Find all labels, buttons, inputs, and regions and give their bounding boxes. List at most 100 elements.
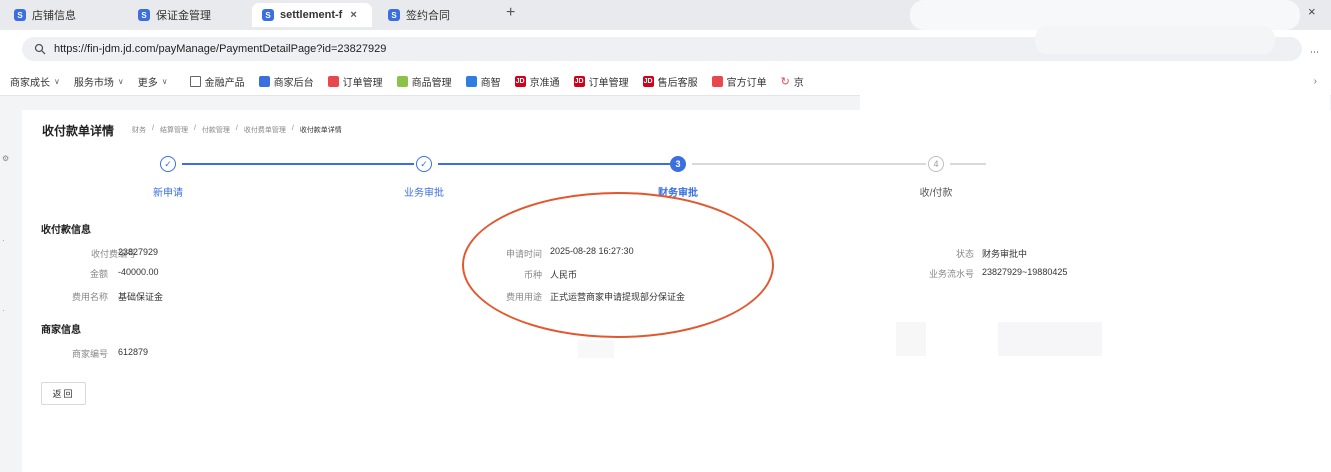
breadcrumb-item[interactable]: 付款管理 [202,125,230,135]
bookmark-business-intel[interactable]: 商智 [465,74,501,89]
tab-store-info[interactable]: S 店铺信息 [4,3,86,27]
tab-settlement[interactable]: S settlement-f × [252,3,372,27]
window-close-button[interactable]: × [1308,4,1316,19]
status-value: 财务审批中 [982,249,1028,259]
bookmark-label: 商家成长 [10,78,50,89]
back-button[interactable]: 返回 [41,382,86,405]
dot-icon: · [2,236,5,245]
bookmark-merchant-backend[interactable]: 商家后台 [258,74,314,89]
bookmark-label: 服务市场 [73,78,114,89]
business-serial-value: 23827929~19880425 [982,267,1068,277]
step-connector [950,163,986,165]
breadcrumb-item[interactable]: 财务 [132,125,146,135]
bookmark-after-sales[interactable]: JD 售后客服 [642,74,698,89]
favicon-icon: S [262,9,274,21]
step-label: 业务审批 [404,188,444,199]
field-label: 状态 [955,249,974,259]
bookmark-label: 京准通 [529,78,560,89]
step-1-check-icon: ✓ [160,156,176,172]
favicon-icon: S [138,9,150,21]
search-icon [34,43,46,55]
tab-label: settlement-f [280,9,343,21]
bookmark-more[interactable]: 更多 ∨ [138,74,168,89]
square-icon [465,76,477,87]
annotation-ellipse [462,192,774,338]
folder-icon [189,76,201,87]
bookmark-jzt[interactable]: JD 京准通 [514,74,560,89]
bookmark-label: 京 [793,78,804,89]
breadcrumb-separator: / [193,125,196,132]
square-icon [327,76,339,87]
field-label: 金额 [89,269,108,279]
user-menu[interactable]: ⋯ [1310,47,1319,58]
bookmark-label: 官方订单 [726,78,767,89]
bookmark-merchant-growth[interactable]: 商家成长 ∨ [10,74,60,89]
fee-name-value: 基础保证金 [118,292,164,302]
payment-info-title: 收付款信息 [41,225,91,236]
merchant-number-value: 612879 [118,347,149,357]
tab-label: 签约合同 [406,10,450,22]
chevron-down-icon: ∨ [117,77,124,86]
redaction-block [896,322,926,356]
bookmark-label: 商家后台 [273,78,314,89]
step-3-current: 3 [670,156,686,172]
bookmark-label: 订单管理 [588,78,629,89]
redaction-block [578,340,614,358]
url-text: https://fin-jdm.jd.com/payManage/Payment… [54,43,387,55]
payment-number-value: 23827929 [118,247,159,257]
bookmark-label: 商智 [480,78,501,89]
step-label: 收/付款 [919,188,953,199]
breadcrumb-separator: / [291,125,294,132]
jd-icon: JD [514,76,526,87]
favicon-icon: S [388,9,400,21]
step-label: 新申请 [153,188,183,199]
step-connector [692,163,926,165]
breadcrumb: 财务 / 结算管理 / 付款管理 / 收付费单管理 / 收付款单详情 [132,125,348,135]
close-icon[interactable]: × [350,9,356,21]
breadcrumb-current: 收付款单详情 [299,127,342,134]
redaction-block [998,322,1102,356]
bookmark-service-market[interactable]: 服务市场 ∨ [74,74,124,89]
bookmark-label: 订单管理 [342,78,383,89]
square-icon [396,76,408,87]
step-connector [182,163,414,165]
bookmark-jd-order-management[interactable]: JD 订单管理 [573,74,629,89]
redaction-scribble [1035,26,1275,54]
gear-icon[interactable]: ⚙ [2,154,9,163]
chevron-down-icon: ∨ [54,77,60,86]
bookmark-label: 金融产品 [204,78,245,89]
tab-contract[interactable]: S 签约合同 [378,3,460,27]
field-label: 业务流水号 [928,269,974,279]
tab-label: 保证金管理 [156,10,211,22]
square-icon [711,76,723,87]
dot-icon: · [2,306,5,315]
tab-deposit-management[interactable]: S 保证金管理 [128,3,221,27]
tab-label: 店铺信息 [32,10,76,22]
refresh-icon: ↻ [780,76,790,88]
chevron-right-icon[interactable]: › [1314,76,1317,87]
breadcrumb-separator: / [235,125,238,132]
step-connector [438,163,670,165]
new-tab-button[interactable]: + [506,4,515,22]
favicon-icon: S [14,9,26,21]
bookmark-order-management[interactable]: 订单管理 [327,74,383,89]
jd-icon: JD [642,76,654,87]
jd-icon: JD [573,76,585,87]
redaction-scribble [858,66,998,94]
field-label: 费用名称 [71,292,108,302]
breadcrumb-separator: / [152,125,154,132]
breadcrumb-item[interactable]: 结算管理 [160,125,188,135]
amount-value: -40000.00 [118,267,159,277]
left-sidebar-edge: ⚙ · · [0,96,22,472]
bookmark-label: 商品管理 [411,78,452,89]
step-4-pending: 4 [928,156,944,172]
page-title: 收付款单详情 [42,124,115,138]
bookmark-jd[interactable]: ↻ 京 [781,74,804,89]
merchant-info-title: 商家信息 [41,325,81,336]
bookmark-product-management[interactable]: 商品管理 [396,74,452,89]
field-label: 商家编号 [71,349,108,359]
bookmark-finance-products[interactable]: 金融产品 [189,74,245,89]
step-2-check-icon: ✓ [416,156,432,172]
bookmark-official-orders[interactable]: 官方订单 [711,74,767,89]
breadcrumb-item[interactable]: 收付费单管理 [244,125,286,135]
